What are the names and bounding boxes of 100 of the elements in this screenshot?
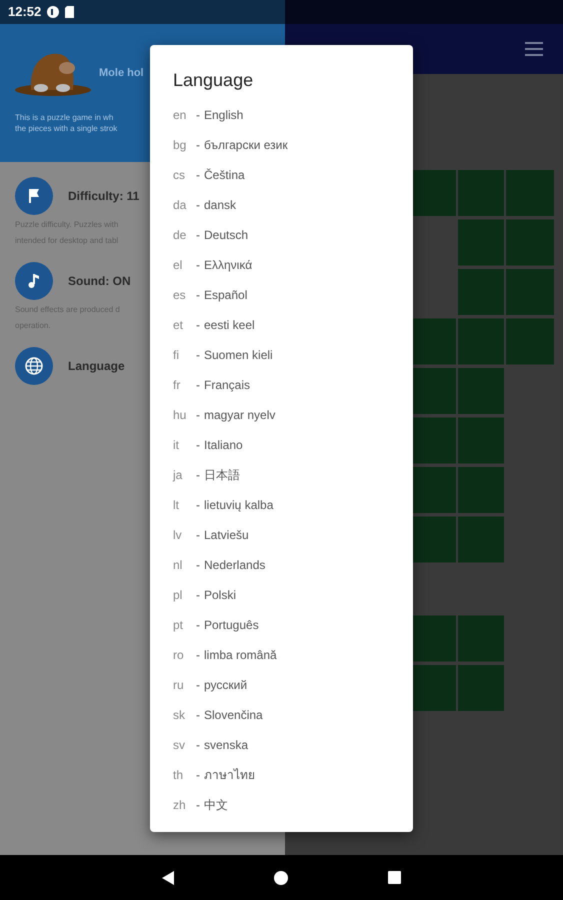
- dash-separator: -: [196, 167, 200, 184]
- dash-separator: -: [196, 557, 200, 574]
- dash-separator: -: [196, 587, 200, 604]
- home-icon[interactable]: [274, 870, 288, 884]
- language-name: Italiano: [204, 437, 243, 454]
- dash-separator: -: [196, 797, 200, 814]
- language-name: English: [204, 107, 244, 124]
- language-option[interactable]: da - dansk: [173, 190, 413, 220]
- language-code: da: [173, 197, 188, 214]
- dash-separator: -: [196, 137, 200, 154]
- language-option[interactable]: bg - български език: [173, 130, 413, 160]
- language-option[interactable]: it - Italiano: [173, 430, 413, 460]
- dash-separator: -: [196, 377, 200, 394]
- language-code: pt: [173, 617, 184, 634]
- language-code: th: [173, 767, 184, 784]
- dash-separator: -: [196, 257, 200, 274]
- setting-label[interactable]: Difficulty: 11: [68, 187, 140, 205]
- language-name: Polski: [204, 587, 236, 604]
- language-option[interactable]: zh - 中文: [173, 790, 413, 820]
- language-code: ro: [173, 647, 185, 664]
- language-option[interactable]: ja - 日本語: [173, 460, 413, 490]
- language-name: ภาษาไทย: [204, 767, 255, 784]
- language-option[interactable]: et - eesti keel: [173, 310, 413, 340]
- description-text: the pieces with a single strok: [15, 123, 118, 134]
- language-code: lt: [173, 497, 180, 514]
- language-name: Deutsch: [204, 227, 248, 244]
- dash-separator: -: [196, 647, 200, 664]
- dash-separator: -: [196, 467, 200, 484]
- language-option[interactable]: de - Deutsch: [173, 220, 413, 250]
- language-option[interactable]: ru - русский: [173, 670, 413, 700]
- language-name: limba română: [204, 647, 277, 664]
- dash-separator: -: [196, 527, 200, 544]
- dash-separator: -: [196, 767, 200, 784]
- language-name: magyar nyelv: [204, 407, 276, 424]
- dash-separator: -: [196, 107, 200, 124]
- language-code: hu: [173, 407, 188, 424]
- globe-icon: [24, 356, 44, 376]
- dash-separator: -: [196, 677, 200, 694]
- dash-separator: -: [196, 317, 200, 334]
- setting-icon-circle[interactable]: [15, 262, 53, 300]
- language-code: sk: [173, 707, 186, 724]
- language-name: 中文: [204, 797, 228, 814]
- language-option[interactable]: nl - Nederlands: [173, 550, 413, 580]
- language-option[interactable]: fr - Français: [173, 370, 413, 400]
- language-option[interactable]: lv - Latviešu: [173, 520, 413, 550]
- language-option[interactable]: lt - lietuvių kalba: [173, 490, 413, 520]
- clock-text: 12:52: [8, 3, 42, 22]
- language-code: ru: [173, 677, 185, 694]
- setting-icon-circle[interactable]: [15, 347, 53, 385]
- language-option[interactable]: pt - Português: [173, 610, 413, 640]
- dash-separator: -: [196, 287, 200, 304]
- language-name: Español: [204, 287, 248, 304]
- description-text: This is a puzzle game in wh: [15, 112, 114, 123]
- language-name: svenska: [204, 737, 248, 754]
- dash-separator: -: [196, 707, 200, 724]
- language-option[interactable]: sv - svenska: [173, 730, 413, 760]
- language-option[interactable]: el - Ελληνικά: [173, 250, 413, 280]
- setting-icon-circle[interactable]: [15, 177, 53, 215]
- language-option[interactable]: fi - Suomen kieli: [173, 340, 413, 370]
- language-option[interactable]: hu - magyar nyelv: [173, 400, 413, 430]
- dash-separator: -: [196, 617, 200, 634]
- language-code: el: [173, 257, 184, 274]
- language-option[interactable]: pl - Polski: [173, 580, 413, 610]
- language-name: dansk: [204, 197, 236, 214]
- language-name: български език: [204, 137, 288, 154]
- menu-icon[interactable]: [525, 42, 543, 56]
- language-option[interactable]: th - ภาษาไทย: [173, 760, 413, 790]
- language-option[interactable]: sk - Slovenčina: [173, 700, 413, 730]
- language-name: Latviešu: [204, 527, 249, 544]
- language-code: pl: [173, 587, 184, 604]
- language-code: lv: [173, 527, 183, 544]
- language-code: de: [173, 227, 188, 244]
- language-code: fr: [173, 377, 182, 394]
- language-option[interactable]: es - Español: [173, 280, 413, 310]
- dash-separator: -: [196, 197, 200, 214]
- sd-card-icon: [65, 6, 74, 18]
- language-code: fi: [173, 347, 180, 364]
- dialog-title: Language: [173, 69, 254, 92]
- setting-label[interactable]: Language: [68, 357, 125, 375]
- language-code: it: [173, 437, 180, 454]
- dash-separator: -: [196, 227, 200, 244]
- dash-separator: -: [196, 407, 200, 424]
- language-name: Slovenčina: [204, 707, 263, 724]
- language-option[interactable]: en - English: [173, 100, 413, 130]
- language-name: Suomen kieli: [204, 347, 273, 364]
- language-code: zh: [173, 797, 187, 814]
- language-name: lietuvių kalba: [204, 497, 274, 514]
- language-name: Nederlands: [204, 557, 266, 574]
- dash-separator: -: [196, 347, 200, 364]
- language-option[interactable]: cs - Čeština: [173, 160, 413, 190]
- setting-label[interactable]: Sound: ON: [68, 272, 131, 290]
- app-title: Mole hol: [99, 66, 144, 81]
- language-code: sv: [173, 737, 186, 754]
- language-code: bg: [173, 137, 188, 154]
- dash-separator: -: [196, 437, 200, 454]
- notification-icon: [47, 6, 60, 18]
- language-option[interactable]: ro - limba română: [173, 640, 413, 670]
- language-code: en: [173, 107, 188, 124]
- back-icon[interactable]: [162, 870, 174, 884]
- language-name: русский: [204, 677, 248, 694]
